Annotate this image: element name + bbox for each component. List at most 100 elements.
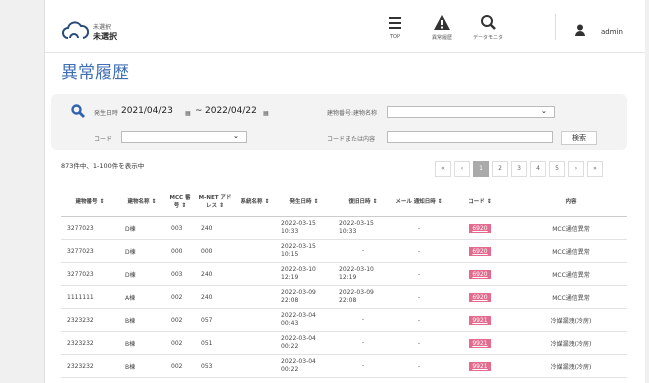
cell-building-number: 2323232 bbox=[61, 354, 119, 378]
code-label: コード bbox=[94, 136, 113, 143]
window-background: 未選択 未選択 TOP 異常履歴 データモニタ admin 異常履歴 発生日時 … bbox=[0, 0, 649, 383]
page-4-button[interactable]: 4 bbox=[530, 161, 546, 177]
chevron-down-icon[interactable]: ⌄ bbox=[233, 132, 239, 140]
cell-building-name: B棟 bbox=[119, 354, 165, 378]
page-prev-button[interactable]: ‹ bbox=[454, 161, 470, 177]
menu-icon bbox=[389, 17, 401, 29]
page-1-button[interactable]: 1 bbox=[473, 161, 489, 177]
date-from-input[interactable]: 2021/04/23 bbox=[121, 106, 173, 116]
header-building-name[interactable]: 建物名称 ⇕ bbox=[119, 186, 165, 217]
cell-code: 9921 bbox=[445, 354, 515, 378]
cell-mcc-number: 002 bbox=[165, 308, 195, 332]
search-button[interactable]: 検索 bbox=[561, 131, 597, 145]
header-occurrence-time[interactable]: 発生日時 ⇕ bbox=[275, 186, 333, 217]
page-next-button[interactable]: › bbox=[568, 161, 584, 177]
nav-alarm-history[interactable]: 異常履歴 bbox=[422, 14, 462, 41]
user-icon bbox=[575, 24, 585, 36]
cell-occurrence-time: 2022-03-04 00:22 bbox=[275, 354, 333, 378]
cell-mail-time: - bbox=[393, 308, 445, 332]
header-building-number[interactable]: 建物番号 ⇕ bbox=[61, 186, 119, 217]
table-row: 3277023 D棟 003 240 2022-03-10 12:19 2022… bbox=[61, 262, 627, 286]
page-title: 異常履歴 bbox=[61, 63, 129, 83]
cell-mcc-number: 000 bbox=[165, 239, 195, 263]
nav-data-monitor[interactable]: データモニタ bbox=[468, 14, 508, 41]
cell-system-name bbox=[235, 285, 275, 309]
cell-content: MCC通信異常 bbox=[515, 239, 627, 263]
calendar-icon[interactable]: ▦ bbox=[185, 110, 191, 117]
nav-top[interactable]: TOP bbox=[375, 14, 415, 40]
sort-icon: ⇕ bbox=[264, 198, 270, 205]
sort-icon: ⇕ bbox=[218, 202, 224, 209]
code-link[interactable]: 9921 bbox=[469, 315, 491, 325]
header-mail-time[interactable]: メール 通知日時 ⇕ bbox=[393, 186, 445, 217]
cell-mcc-number: 003 bbox=[165, 216, 195, 240]
cell-recovery-time: 2022-03-09 22:08 bbox=[333, 285, 393, 309]
sort-icon: ⇕ bbox=[437, 198, 443, 205]
code-link[interactable]: 6920 bbox=[469, 223, 491, 233]
header-mcc-number[interactable]: MCC 番号 ⇕ bbox=[165, 186, 195, 217]
page-first-button[interactable]: « bbox=[435, 161, 451, 177]
sort-icon: ⇕ bbox=[151, 198, 157, 205]
header-content: 内容 bbox=[515, 186, 627, 217]
cell-code: 6920 bbox=[445, 285, 515, 309]
cell-content: 冷媒漏洩(冷房) bbox=[515, 331, 627, 355]
cell-mnet-address: 240 bbox=[195, 285, 235, 309]
cell-code: 6920 bbox=[445, 262, 515, 286]
sort-icon: ⇕ bbox=[313, 198, 319, 205]
nav-alarm-history-label: 異常履歴 bbox=[431, 35, 452, 41]
cell-occurrence-time: 2022-03-10 12:19 bbox=[275, 262, 333, 286]
cell-recovery-time: - bbox=[333, 308, 393, 332]
cloud-logo-icon[interactable] bbox=[61, 20, 89, 42]
cell-content: MCC通信異常 bbox=[515, 216, 627, 240]
code-or-content-input[interactable] bbox=[387, 131, 553, 143]
code-link[interactable]: 6920 bbox=[469, 269, 491, 279]
date-to-input[interactable]: 2022/04/22 bbox=[205, 106, 257, 116]
table-row: 3277023 D棟 003 240 2022-03-15 10:33 2022… bbox=[61, 216, 627, 240]
date-label: 発生日時 bbox=[94, 110, 119, 117]
nav-top-label: TOP bbox=[389, 34, 400, 40]
chevron-down-icon[interactable]: ⌄ bbox=[541, 107, 547, 115]
cell-code: 6920 bbox=[445, 239, 515, 263]
header-system-name[interactable]: 系統名称 ⇕ bbox=[235, 186, 275, 217]
date-separator: ~ bbox=[195, 106, 203, 116]
cell-recovery-time: 2022-03-10 12:19 bbox=[333, 262, 393, 286]
cell-code: 9921 bbox=[445, 331, 515, 355]
page-5-button[interactable]: 5 bbox=[549, 161, 565, 177]
header-divider bbox=[555, 14, 556, 40]
cell-content: 冷媒漏洩(冷房) bbox=[515, 308, 627, 332]
header-mnet-address[interactable]: M-NET アドレス ⇕ bbox=[195, 186, 235, 217]
calendar-icon[interactable]: ▦ bbox=[263, 110, 269, 117]
site-subtitle: 未選択 bbox=[93, 24, 112, 31]
page-2-button[interactable]: 2 bbox=[492, 161, 508, 177]
user-name[interactable]: admin bbox=[601, 28, 623, 36]
search-icon bbox=[481, 15, 496, 30]
cell-system-name bbox=[235, 331, 275, 355]
code-link[interactable]: 6920 bbox=[469, 292, 491, 302]
header-recovery-time[interactable]: 復旧日時 ⇕ bbox=[333, 186, 393, 217]
header-code[interactable]: コード ⇕ bbox=[445, 186, 515, 217]
code-link[interactable]: 9921 bbox=[469, 338, 491, 348]
cell-system-name bbox=[235, 239, 275, 263]
building-label: 建物番号:建物名称 bbox=[327, 110, 378, 117]
cell-system-name bbox=[235, 216, 275, 240]
cell-building-name: D棟 bbox=[119, 239, 165, 263]
code-select[interactable] bbox=[121, 131, 247, 143]
table-row: 2323232 B棟 002 053 2022-03-04 00:22 - - … bbox=[61, 354, 627, 378]
nav-data-monitor-label: データモニタ bbox=[472, 35, 503, 41]
cell-mnet-address: 240 bbox=[195, 216, 235, 240]
cell-building-name: B棟 bbox=[119, 331, 165, 355]
cell-content: MCC通信異常 bbox=[515, 262, 627, 286]
header: 未選択 未選択 TOP 異常履歴 データモニタ admin bbox=[45, 0, 645, 53]
cell-system-name bbox=[235, 308, 275, 332]
cell-content: 冷媒漏洩(冷房) bbox=[515, 354, 627, 378]
cell-code: 9921 bbox=[445, 308, 515, 332]
code-link[interactable]: 9921 bbox=[469, 361, 491, 371]
page-last-button[interactable]: » bbox=[587, 161, 603, 177]
warning-icon bbox=[434, 15, 450, 30]
cell-mcc-number: 002 bbox=[165, 285, 195, 309]
table-row: 1111111 A棟 002 240 2022-03-09 22:08 2022… bbox=[61, 285, 627, 309]
cell-mcc-number: 003 bbox=[165, 262, 195, 286]
code-link[interactable]: 6920 bbox=[469, 246, 491, 256]
page-3-button[interactable]: 3 bbox=[511, 161, 527, 177]
building-select[interactable] bbox=[387, 106, 555, 118]
